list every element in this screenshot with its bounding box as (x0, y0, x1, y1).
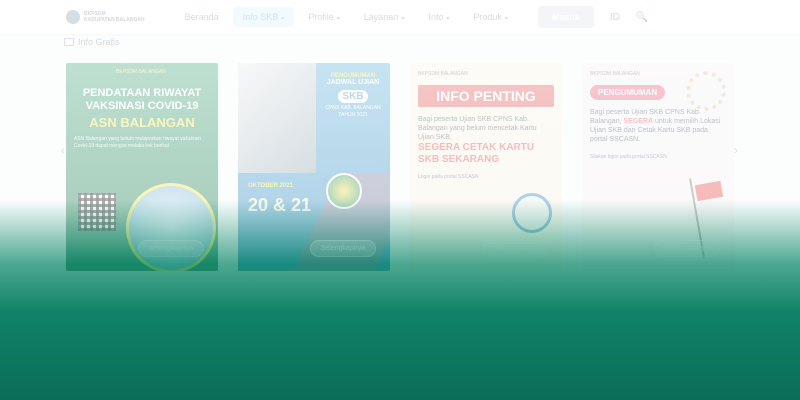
carousel-card-4[interactable]: BKPSDM BALANGAN PENGUMUMAN Bagi peserta … (582, 63, 734, 271)
nav-item-label: Profile (308, 12, 334, 22)
carousel-card-1[interactable]: BKPSDM BALANGAN PENDATAAN RIWAYAT VAKSIN… (66, 63, 218, 271)
nav-item-beranda[interactable]: Beranda (175, 7, 229, 27)
card-detail-button[interactable]: Selengkapnya (653, 240, 720, 257)
card-detail-button[interactable]: Selengkapnya (481, 240, 548, 257)
section-header: Info Grafis (64, 37, 120, 47)
language-switch[interactable]: ID (610, 12, 620, 23)
chevron-down-icon: ▾ (446, 16, 450, 22)
card-subtitle: CPNS KAB. BALANGAN TAHUN 2021 (325, 105, 381, 118)
carousel-card-3[interactable]: BKPSDM BALANGAN INFO PENTING Bagi pesert… (410, 63, 562, 271)
nav-item-label: Info (428, 12, 444, 22)
seal-emblem-icon (512, 193, 552, 233)
nav-item-produk[interactable]: Produk ▾ (463, 7, 518, 27)
nav-item-profile[interactable]: Profile ▾ (298, 7, 350, 27)
card-intro: Bagi peserta Ujian SKB CPNS Kab. Balanga… (418, 116, 537, 141)
chevron-down-icon: ▾ (281, 16, 285, 22)
card-photo (238, 63, 316, 173)
nav-item-label: Info SKB (242, 12, 279, 22)
card-banner: INFO PENTING (418, 85, 554, 107)
card-badge: BKPSDM BALANGAN (116, 69, 166, 75)
carousel-card-2[interactable]: PENGUMUMAN JADWAL UJIAN SKB CPNS KAB. BA… (238, 63, 390, 271)
card-detail-button[interactable]: Selengkapnya (137, 240, 204, 257)
top-navbar: BKPSDM KABUPATEN BALANGAN Beranda Info SK… (0, 0, 800, 34)
card-highlight: SKB (338, 90, 368, 103)
qr-code-icon (78, 193, 116, 231)
logo-line-2: KABUPATEN BALANGAN (84, 17, 145, 23)
card-detail-button[interactable]: Selengkapnya (309, 240, 376, 257)
decorative-dots (686, 71, 726, 111)
card-small-text: Silakan login pada portal SSCASN (590, 154, 667, 160)
card-title-block: PENGUMUMAN JADWAL UJIAN SKB CPNS KAB. BA… (320, 73, 386, 119)
site-logo[interactable]: BKPSDM KABUPATEN BALANGAN (66, 10, 145, 24)
login-button[interactable]: Masuk (537, 6, 594, 28)
card-heading: PENDATAAN RIWAYAT VAKSINASI COVID-19 (82, 87, 202, 112)
nav-menu: Beranda Info SKB ▾ Profile ▾ Layanan ▾ Info ▾ Pro… (175, 7, 522, 27)
nav-item-info-skb[interactable]: Info SKB ▾ (232, 7, 295, 27)
card-date-label: OKTOBER 2021 (248, 183, 293, 189)
illustration-image (126, 183, 216, 271)
card-emphasis: SEGERA CETAK KARTU SKB SEKARANG (418, 142, 535, 165)
logo-emblem-icon (66, 10, 80, 24)
nav-item-layanan[interactable]: Layanan ▾ (354, 7, 415, 27)
section-title: Info Grafis (78, 37, 120, 47)
chevron-down-icon: ▾ (401, 16, 405, 22)
card-small-text: Login pada portal SSCASN (418, 174, 479, 180)
nav-item-label: Beranda (184, 12, 219, 22)
logo-text: BKPSDM KABUPATEN BALANGAN (84, 11, 145, 23)
nav-item-info[interactable]: Info ▾ (418, 7, 459, 27)
card-pill: PENGUMUMAN (590, 85, 666, 100)
card-header-text: BKPSDM BALANGAN (418, 71, 468, 77)
card-title-line: JADWAL UJIAN (326, 79, 380, 86)
card-date: 20 & 21 (248, 195, 312, 215)
card-subheading: ASN BALANGAN (89, 115, 195, 130)
nav-item-label: Produk (473, 12, 502, 22)
flag-icon (694, 180, 724, 202)
card-intro: Bagi peserta Ujian SKB CPNS Kab. Balanga… (590, 108, 726, 144)
image-icon (64, 38, 74, 46)
search-icon[interactable]: 🔍 (636, 12, 648, 23)
card-emphasis: SEGERA (623, 118, 654, 125)
seal-emblem-icon (326, 173, 362, 209)
chevron-down-icon: ▾ (504, 16, 508, 22)
card-body: ASN Balangan yang belum melaporkan riway… (74, 136, 201, 149)
nav-item-label: Layanan (363, 12, 399, 22)
chevron-down-icon: ▾ (336, 16, 340, 22)
